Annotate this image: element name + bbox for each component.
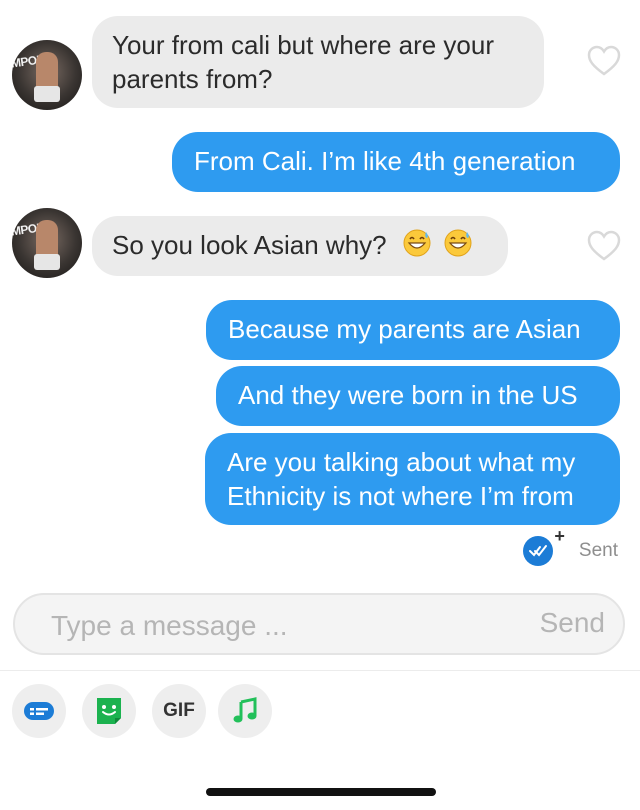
delivery-status: + Sent [522, 526, 618, 566]
home-indicator[interactable] [206, 788, 436, 796]
avatar-figure [34, 220, 60, 270]
grinning-sweat-emoji [444, 229, 472, 257]
status-label: Sent [578, 540, 618, 561]
message-input[interactable] [49, 607, 483, 645]
plus-badge: + [554, 526, 565, 546]
message-text: So you look Asian why? [112, 230, 387, 260]
message-composer: Send [13, 593, 625, 655]
gif-label: GIF [163, 700, 195, 721]
divider [0, 670, 640, 671]
smiley-sticker-icon [97, 698, 121, 724]
music-note-icon [233, 697, 257, 723]
message-line: Your from cali but where are your [112, 30, 495, 60]
gif-button[interactable]: GIF [152, 684, 206, 738]
message-line: Ethnicity is not where I’m from [227, 481, 574, 511]
grinning-sweat-emoji [403, 229, 431, 257]
sent-message[interactable]: From Cali. I’m like 4th generation [172, 132, 620, 192]
sent-message[interactable]: Are you talking about what my Ethnicity … [205, 433, 620, 525]
like-heart-icon[interactable] [587, 230, 621, 262]
send-button[interactable]: Send [540, 607, 605, 639]
double-check-icon: + [522, 526, 565, 566]
message-line: Are you talking about what my [227, 447, 576, 477]
sent-message[interactable]: And they were born in the US [216, 366, 620, 426]
contact-avatar[interactable]: IMPORT [12, 208, 82, 278]
received-message[interactable]: Your from cali but where are your parent… [92, 16, 544, 108]
sticker-card-icon [24, 702, 54, 720]
contact-avatar[interactable]: IMPORT [12, 40, 82, 110]
sent-message[interactable]: Because my parents are Asian [206, 300, 620, 360]
received-message[interactable]: So you look Asian why? [92, 216, 508, 276]
message-line: parents from? [112, 64, 273, 94]
avatar-figure [34, 52, 60, 102]
sticker-button[interactable] [82, 684, 136, 738]
sticker-card-button[interactable] [12, 684, 66, 738]
like-heart-icon[interactable] [587, 45, 621, 77]
music-button[interactable] [218, 684, 272, 738]
